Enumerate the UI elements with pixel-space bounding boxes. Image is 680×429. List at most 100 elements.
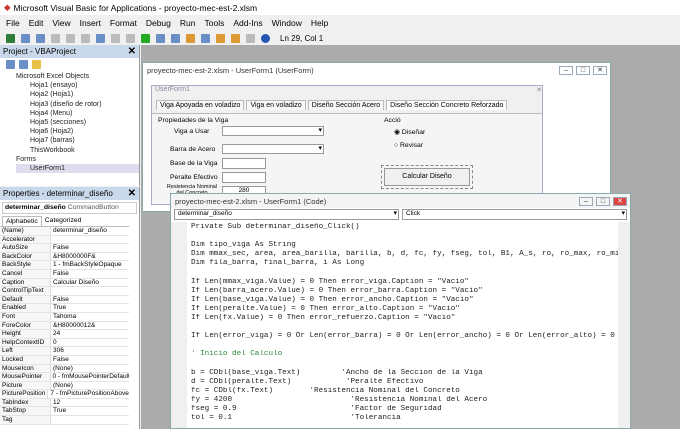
property-value[interactable]: False (51, 356, 69, 364)
object-select[interactable]: determinar_diseño CommandButton (2, 202, 137, 214)
menu-item-add-ins[interactable]: Add-Ins (233, 18, 262, 28)
tree-item[interactable]: Hoja1 (ensayo) (16, 81, 139, 90)
menu-item-insert[interactable]: Insert (80, 18, 101, 28)
undo-icon[interactable] (111, 33, 120, 43)
property-row[interactable]: Accelerator (0, 235, 129, 245)
code-scrollbar[interactable] (618, 222, 630, 428)
property-value[interactable]: 12 (51, 399, 60, 407)
code-editor[interactable]: Private Sub determinar_diseño_Click() Dim… (171, 222, 618, 428)
property-row[interactable]: ControlTipText (0, 287, 129, 296)
design-mode-icon[interactable] (186, 33, 195, 43)
close-icon[interactable]: ✕ (536, 86, 542, 96)
object-browser-icon[interactable] (231, 33, 240, 43)
run-icon[interactable] (141, 33, 150, 43)
tab-alphabetic[interactable]: Alphabetic (2, 216, 42, 226)
property-value[interactable]: (None) (51, 365, 73, 373)
tree-item[interactable]: Hoja4 (Menu) (16, 109, 139, 118)
break-icon[interactable] (156, 33, 165, 43)
property-value[interactable]: False (51, 296, 69, 304)
radio-revisar[interactable]: ○ Revisar (394, 142, 423, 149)
excel-icon[interactable] (6, 33, 15, 43)
property-row[interactable]: Default False (0, 295, 129, 305)
property-value[interactable]: 0 (51, 339, 57, 347)
menu-item-format[interactable]: Format (110, 18, 137, 28)
toolbox-icon[interactable] (246, 33, 255, 43)
menu-item-file[interactable]: File (6, 18, 20, 28)
property-value[interactable]: Tahoma (51, 313, 76, 321)
tree-item[interactable]: Hoja3 (diseño de rotor) (16, 100, 139, 109)
radio-disenar[interactable]: ◉ Diseñar (394, 128, 425, 136)
property-row[interactable]: Picture (None) (0, 381, 129, 391)
minimize-icon[interactable]: – (579, 196, 593, 206)
base-textbox[interactable] (222, 158, 266, 169)
property-row[interactable]: PicturePosition 7 - fmPicturePositionAbov… (0, 390, 129, 399)
maximize-icon[interactable]: □ (576, 65, 590, 75)
property-value[interactable]: Calcular Diseño (51, 279, 99, 287)
tab-1[interactable]: Viga en voladizo (246, 100, 306, 110)
tab-2[interactable]: Diseño Sección Acero (307, 100, 385, 110)
property-row[interactable]: Caption Calcular Diseño (0, 278, 129, 288)
property-value[interactable]: True (51, 304, 66, 312)
redo-icon[interactable] (126, 33, 135, 43)
property-value[interactable]: 1 - fmBackStyleOpaque (51, 261, 122, 269)
help-icon[interactable] (261, 33, 270, 43)
menu-item-help[interactable]: Help (311, 18, 328, 28)
tree-item[interactable]: Hoja7 (barras) (16, 136, 139, 145)
property-row[interactable]: MousePointer 0 - fmMousePointerDefault (0, 373, 129, 382)
property-row[interactable]: Height 24 (0, 330, 129, 339)
property-row[interactable]: BackStyle 1 - fmBackStyleOpaque (0, 261, 129, 270)
tree-item[interactable]: Microsoft Excel Objects (16, 72, 139, 81)
close-icon[interactable]: ✕ (613, 196, 627, 206)
menu-item-debug[interactable]: Debug (146, 18, 171, 28)
property-value[interactable] (51, 236, 53, 244)
tab-0[interactable]: Viga Apoyada en voladizo (156, 100, 245, 110)
property-value[interactable]: &H80000012& (51, 322, 95, 330)
tree-item[interactable]: Forms (16, 155, 139, 164)
property-row[interactable]: ForeColor &H80000012& (0, 321, 129, 331)
property-row[interactable]: Locked False (0, 355, 129, 365)
property-value[interactable] (51, 416, 53, 424)
viga-combobox[interactable] (222, 126, 324, 136)
view-code-icon[interactable] (6, 60, 15, 69)
close-icon[interactable]: ✕ (128, 46, 136, 57)
properties-icon[interactable] (216, 33, 225, 43)
menu-item-view[interactable]: View (52, 18, 70, 28)
property-value[interactable]: 24 (51, 330, 60, 338)
property-row[interactable]: AutoSize False (0, 244, 129, 253)
insert-userform-icon[interactable] (21, 33, 30, 43)
property-row[interactable]: Enabled True (0, 304, 129, 313)
property-value[interactable]: False (51, 244, 69, 252)
property-row[interactable]: (Name) determinar_diseño (0, 227, 129, 236)
tree-item[interactable]: UserForm1 (16, 163, 139, 174)
find-icon[interactable] (96, 33, 105, 43)
property-row[interactable]: HelpContextID 0 (0, 338, 129, 348)
menu-item-edit[interactable]: Edit (29, 18, 44, 28)
minimize-icon[interactable]: – (559, 65, 573, 75)
property-value[interactable]: True (51, 407, 66, 415)
userform[interactable]: UserForm1 ✕ Viga Apoyada en voladizo Viga … (151, 85, 543, 205)
property-row[interactable]: MouseIcon (None) (0, 364, 129, 374)
tree-item[interactable]: Hoja5 (secciones) (16, 118, 139, 127)
maximize-icon[interactable]: □ (596, 196, 610, 206)
property-row[interactable]: Font Tahoma (0, 312, 129, 322)
peralte-textbox[interactable] (222, 172, 266, 183)
property-value[interactable]: determinar_diseño (51, 227, 107, 235)
property-value[interactable]: &H8000000F& (51, 253, 96, 261)
tree-item[interactable]: ThisWorkbook (16, 146, 139, 155)
object-dropdown[interactable]: determinar_diseño (174, 209, 399, 220)
procedure-dropdown[interactable]: Click (402, 209, 627, 220)
copy-icon[interactable] (66, 33, 75, 43)
property-row[interactable]: TabStop True (0, 407, 129, 417)
property-row[interactable]: TabIndex 12 (0, 398, 129, 408)
toggle-folders-icon[interactable] (32, 60, 41, 69)
cut-icon[interactable] (51, 33, 60, 43)
tab-categorized[interactable]: Categorized (42, 216, 85, 226)
property-row[interactable]: Tag (0, 416, 129, 425)
save-icon[interactable] (36, 33, 45, 43)
calcular-diseno-button[interactable]: Calcular Diseño (381, 165, 473, 189)
property-row[interactable]: Cancel False (0, 269, 129, 279)
barra-combobox[interactable] (222, 144, 324, 154)
property-value[interactable] (51, 287, 53, 295)
view-object-icon[interactable] (19, 60, 28, 69)
property-value[interactable]: 306 (51, 347, 64, 355)
